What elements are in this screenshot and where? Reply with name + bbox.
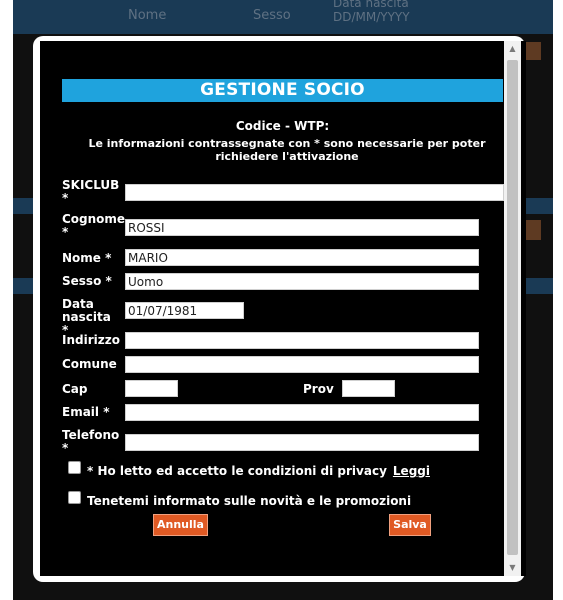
cap-label: Cap [62, 382, 88, 396]
salva-button[interactable]: Salva [389, 514, 431, 536]
cap-field[interactable] [125, 380, 178, 397]
privacy-leggi-link[interactable]: Leggi [393, 464, 430, 478]
scroll-up-arrow-icon[interactable]: ▲ [504, 41, 521, 57]
indirizzo-label: Indirizzo [62, 333, 120, 347]
modal-scrollbar[interactable]: ▲ ▼ [504, 41, 521, 576]
telefono-label: Telefono * [62, 428, 120, 455]
background-header-data: Data nascita DD/MM/YYYY [333, 0, 410, 24]
skiclub-field[interactable] [125, 184, 504, 201]
background-header-nome: Nome [128, 8, 167, 23]
privacy-checkbox[interactable] [68, 461, 81, 474]
data-nascita-field[interactable] [125, 302, 244, 319]
cognome-label: Cognome * [62, 212, 126, 239]
privacy-text: * Ho letto ed accetto le condizioni di p… [87, 464, 387, 478]
annulla-button[interactable]: Annulla [153, 514, 208, 536]
privacy-row: * Ho letto ed accetto le condizioni di p… [87, 464, 430, 478]
background-table-header: Nome Sesso Data nascita DD/MM/YYYY [13, 0, 553, 34]
sesso-field[interactable] [125, 273, 479, 290]
nome-label: Nome * [62, 251, 112, 265]
prov-label: Prov [303, 382, 334, 396]
required-info-text: Le informazioni contrassegnate con * son… [88, 137, 486, 163]
modal-dialog: GESTIONE SOCIO Codice - WTP: Le informaz… [33, 36, 526, 582]
email-field[interactable] [125, 404, 479, 421]
sesso-label: Sesso * [62, 274, 112, 288]
cognome-field[interactable] [125, 219, 479, 236]
comune-field[interactable] [125, 356, 479, 373]
telefono-field[interactable] [125, 434, 479, 451]
prov-field[interactable] [342, 380, 395, 397]
indirizzo-field[interactable] [125, 332, 479, 349]
newsletter-text: Tenetemi informato sulle novità e le pro… [87, 494, 412, 508]
scroll-thumb[interactable] [507, 60, 518, 555]
newsletter-checkbox[interactable] [68, 491, 81, 504]
email-label: Email * [62, 405, 110, 419]
background-header-sesso: Sesso [253, 8, 291, 23]
nome-field[interactable] [125, 249, 479, 266]
skiclub-label: SKICLUB * [62, 178, 120, 205]
comune-label: Comune [62, 357, 117, 371]
modal-title: GESTIONE SOCIO [62, 79, 503, 102]
modal-content: GESTIONE SOCIO Codice - WTP: Le informaz… [40, 41, 526, 576]
scroll-down-arrow-icon[interactable]: ▼ [504, 560, 521, 576]
data-nascita-label: Data nascita * [62, 297, 111, 337]
codice-label: Codice - WTP: [235, 119, 330, 133]
